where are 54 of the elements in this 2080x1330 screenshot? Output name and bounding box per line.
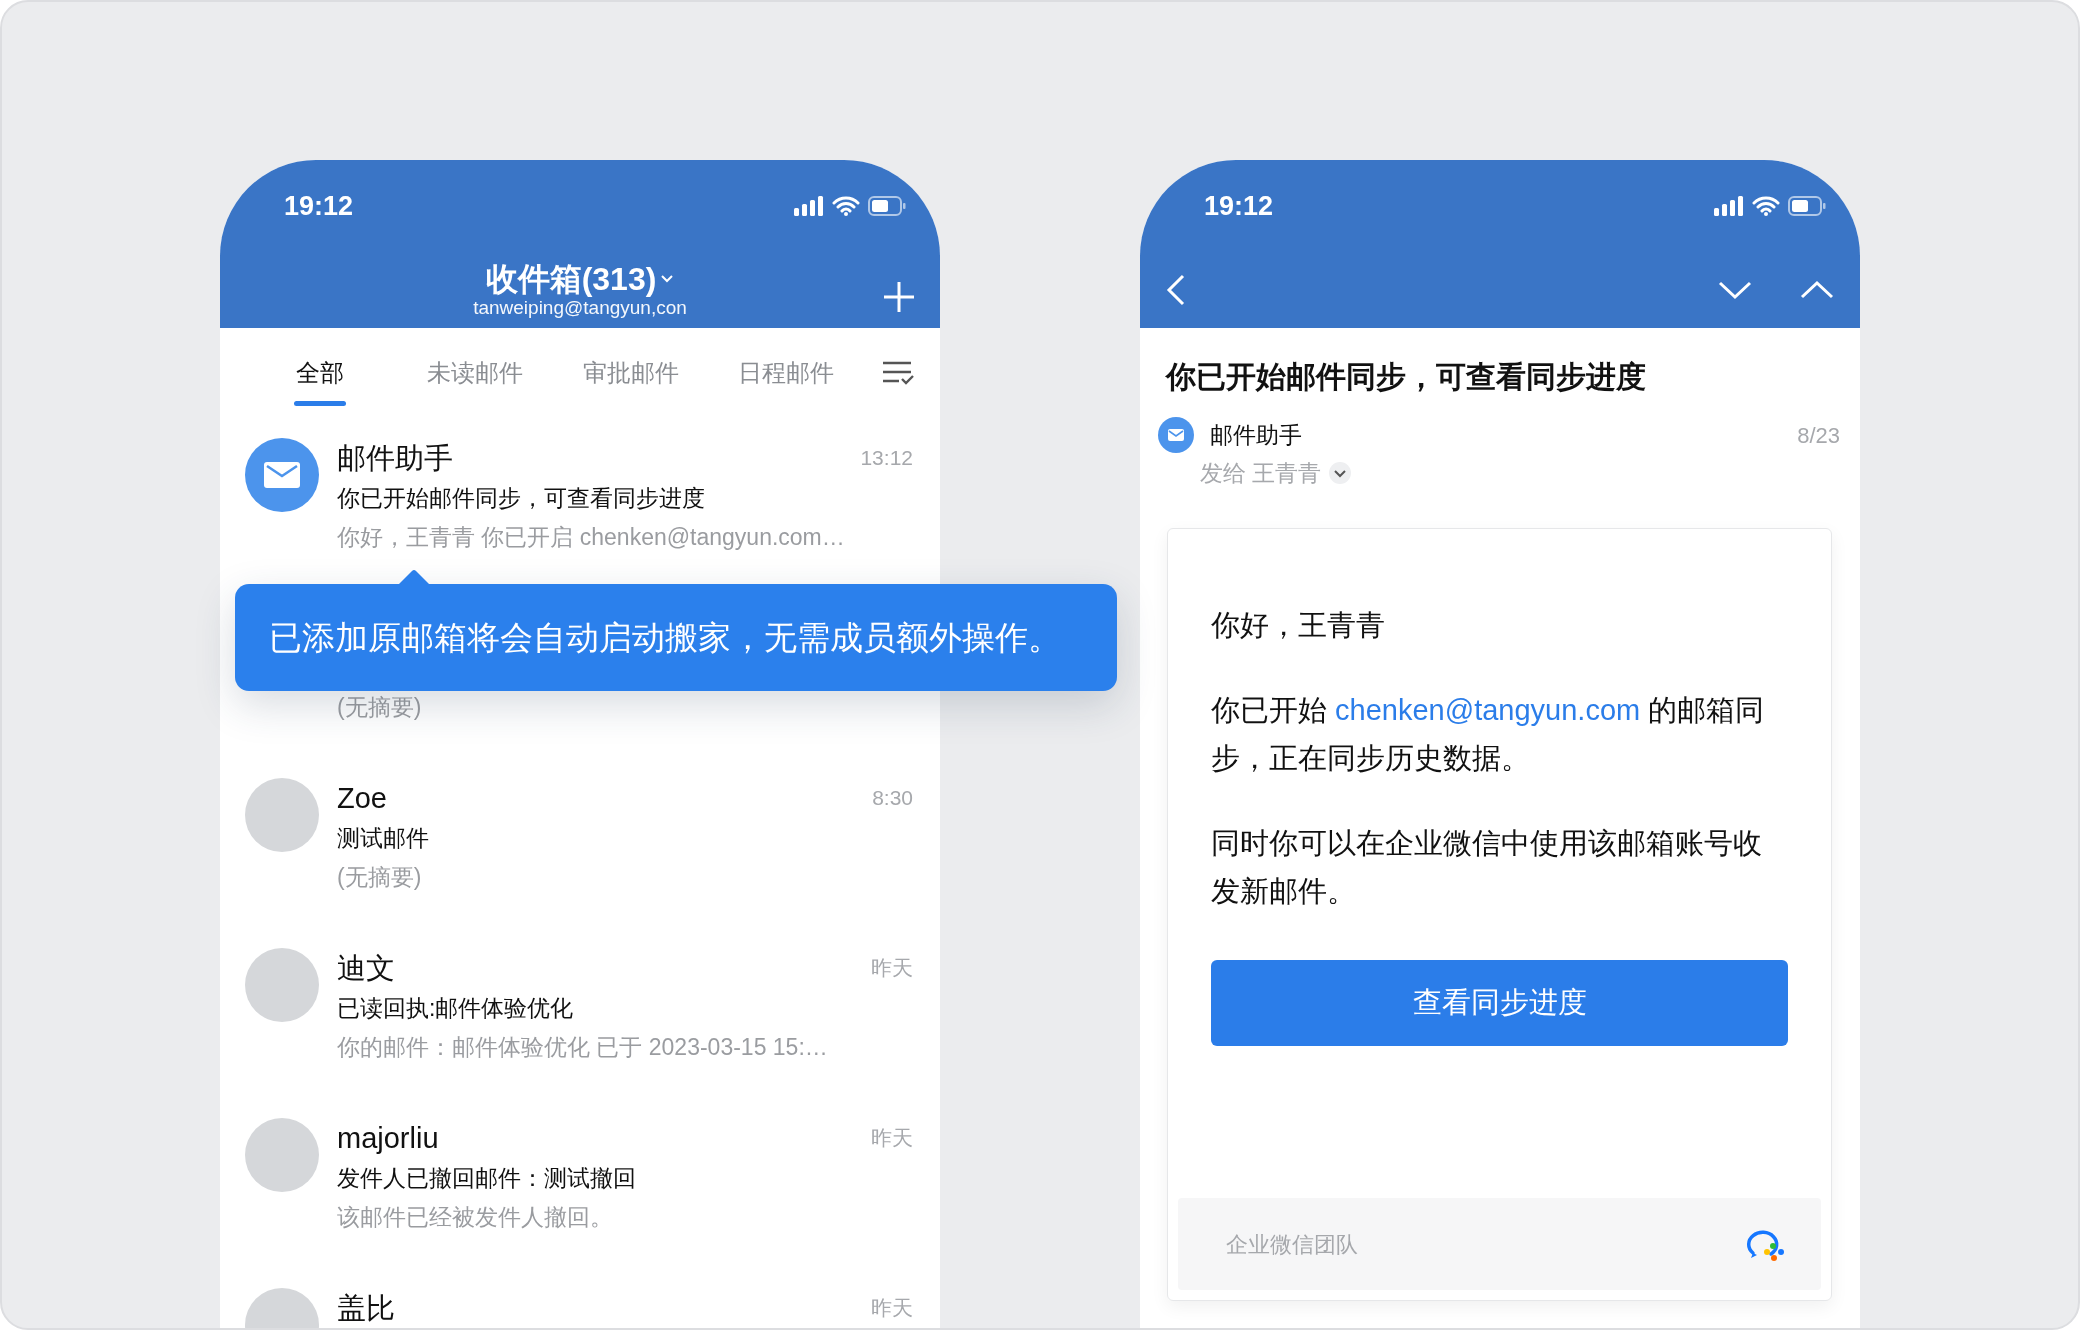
mail-time: 13:12: [860, 445, 913, 471]
mail-subject: 发件人已撤回邮件：测试撤回: [337, 1164, 637, 1193]
tab[interactable]: 全部: [260, 328, 379, 418]
back-icon[interactable]: [1166, 274, 1186, 306]
expand-icon[interactable]: [1329, 462, 1352, 484]
chevron-up-icon[interactable]: [1800, 280, 1834, 300]
account-email: tanweiping@tangyun,con: [473, 297, 687, 319]
mail-time: 昨天: [871, 1125, 913, 1151]
mail-preview: (无摘要): [337, 863, 423, 892]
footer-text: 企业微信团队: [1226, 1230, 1358, 1259]
signal-icon: [1714, 196, 1744, 216]
mail-time: 昨天: [871, 955, 913, 981]
caret-icon[interactable]: [660, 274, 675, 284]
battery-icon: [868, 196, 906, 216]
tab[interactable]: 审批邮件: [571, 328, 690, 418]
sender-name: 邮件助手: [337, 441, 453, 476]
mail-subject: 你已开始邮件同步，可查看同步进度: [337, 484, 706, 513]
plus-icon[interactable]: [882, 280, 916, 314]
body-paragraph: 你已开始 chenken@tangyun.com 的邮箱同步，正在同步历史数据。: [1211, 693, 1766, 776]
tooltip-arrow-icon: [399, 570, 429, 584]
filter-icon[interactable]: [882, 360, 914, 386]
tooltip: 已添加原邮箱将会自动启动搬家，无需成员额外操作。: [235, 570, 1117, 691]
chevron-down-icon[interactable]: [1718, 280, 1752, 300]
status-time: 19:12: [1204, 189, 1274, 223]
mail-preview: 你好，王青青 你已开启 chenken@tangyun.com…: [337, 523, 846, 552]
tab[interactable]: 未读邮件: [415, 328, 535, 418]
body-paragraph: 你好，王青青: [1211, 608, 1386, 643]
email-link[interactable]: chenken@tangyun.com: [1335, 694, 1641, 726]
recipient-text: 发给 王青青: [1200, 459, 1322, 488]
mail-preview: 该邮件已经被发件人撤回。: [337, 1203, 614, 1232]
envelope-icon: [1158, 417, 1194, 453]
mail-subject: 你已开始邮件同步，可查看同步进度: [1164, 359, 1647, 395]
mail-time: 昨天: [871, 1295, 913, 1321]
sender-name: 邮件助手: [1210, 421, 1302, 450]
status-time: 19:12: [284, 189, 354, 223]
mail-preview: (无摘要): [337, 693, 423, 722]
mail-subject: 测试邮件: [337, 824, 430, 853]
envelope-icon: [264, 462, 300, 488]
view-progress-button[interactable]: 查看同步进度: [1211, 960, 1788, 1046]
wifi-icon: [832, 196, 860, 216]
mail-subject: 已读回执:邮件体验优化: [337, 994, 575, 1023]
tab[interactable]: 日程邮件: [726, 328, 846, 418]
inbox-title[interactable]: 收件箱(313): [485, 261, 657, 297]
sender-name: Zoe: [337, 781, 387, 816]
mail-date: 8/23: [1797, 421, 1840, 450]
wifi-icon: [1752, 196, 1780, 216]
signal-icon: [794, 196, 824, 216]
battery-icon: [1788, 196, 1826, 216]
mail-preview: 你的邮件：邮件体验优化 已于 2023-03-15 15:…: [337, 1033, 829, 1062]
sender-name: 迪文: [337, 951, 395, 986]
sender-name: 盖比: [337, 1291, 395, 1326]
body-paragraph: 同时你可以在企业微信中使用该邮箱账号收发新邮件。: [1211, 826, 1763, 909]
sender-name: majorliu: [337, 1121, 439, 1156]
mail-time: 8:30: [872, 785, 913, 811]
